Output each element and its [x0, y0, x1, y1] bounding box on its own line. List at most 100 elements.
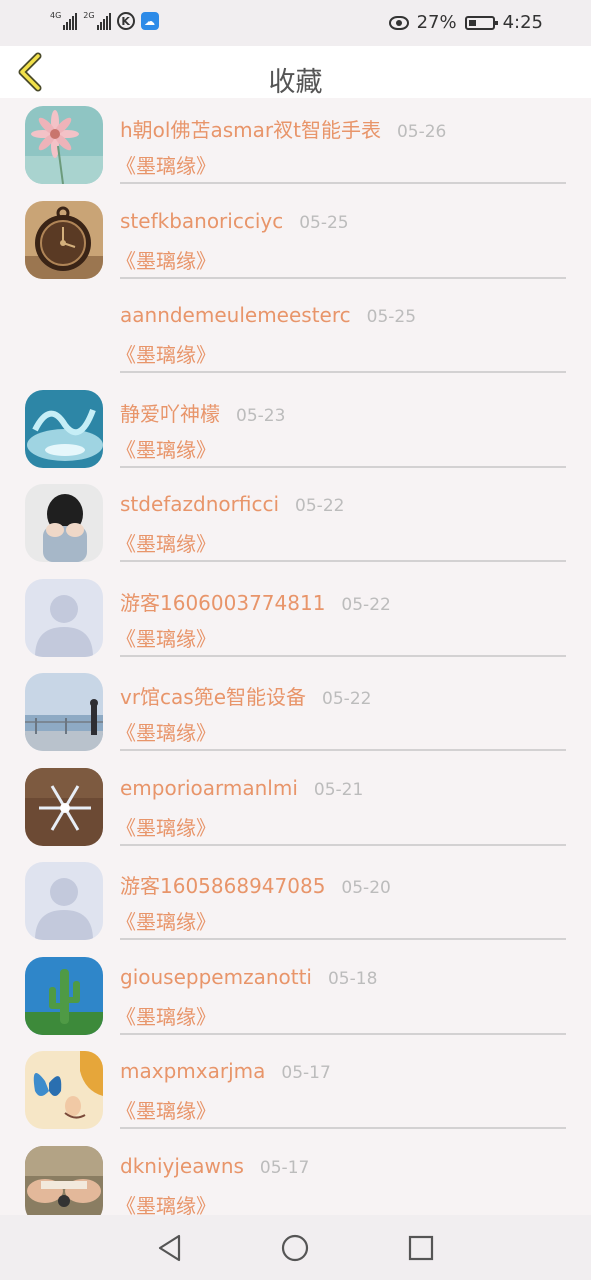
clock: 4:25 — [502, 12, 543, 33]
item-date: 05-18 — [327, 968, 378, 989]
book-title[interactable]: 《墨璃缘》 — [116, 812, 216, 841]
item-date: 05-22 — [295, 496, 345, 516]
avatar[interactable] — [25, 578, 103, 657]
divider — [120, 1127, 566, 1129]
eye-comfort-icon — [388, 15, 409, 30]
divider — [120, 276, 566, 279]
book-title[interactable]: 《墨璃缘》 — [116, 717, 216, 746]
item-date: 05-17 — [281, 1063, 331, 1083]
book-title[interactable]: 《墨璃缘》 — [116, 1190, 216, 1216]
status-left: 4G 2G K ☁ — [50, 12, 159, 30]
user-name: aanndemeulemeesterc — [120, 303, 351, 327]
header: 收藏 — [0, 46, 591, 98]
item-header: stefkbanoricciyc 05-25 — [120, 209, 349, 233]
list-item[interactable]: giouseppemzanotti 05-18 《墨璃缘》 — [0, 949, 591, 1044]
battery-icon — [464, 15, 498, 30]
item-header: 静爱吖神檬 05-23 — [120, 398, 285, 427]
status-bar: 4G 2G K ☁ 27% 4:25 — [0, 0, 591, 46]
favorites-list: h朝ol佛苫asmar衩t智能手表 05-26 《墨璃缘》 stefkbanoricc… — [0, 98, 591, 1215]
list-item[interactable]: vr馆cas篼e智能设备 05-22 《墨璃缘》 — [0, 665, 591, 760]
user-name: stefkbanoricciyc — [120, 208, 284, 233]
avatar[interactable] — [25, 389, 103, 468]
avatar[interactable] — [25, 200, 103, 279]
avatar[interactable] — [25, 862, 103, 940]
avatar[interactable] — [25, 484, 103, 562]
user-name: dkniyjeawns — [120, 1153, 244, 1178]
user-name: giouseppemzanotti — [120, 964, 312, 989]
item-header: dkniyjeawns 05-17 — [120, 1154, 309, 1178]
circle-home-icon[interactable] — [280, 1233, 310, 1263]
divider — [120, 654, 566, 657]
book-title[interactable]: 《墨璃缘》 — [116, 150, 216, 179]
book-title[interactable]: 《墨璃缘》 — [116, 1095, 216, 1124]
divider — [120, 371, 566, 373]
item-header: aanndemeulemeesterc 05-25 — [120, 303, 416, 327]
network-type-1: 4G — [50, 11, 62, 20]
user-name: 静爱吖神檬 — [120, 401, 220, 426]
item-date: 05-22 — [341, 594, 391, 615]
user-name: maxpmxarjma — [120, 1059, 266, 1083]
k-app-icon: K — [116, 12, 135, 30]
divider — [120, 182, 566, 184]
item-date: 05-22 — [322, 689, 372, 709]
item-header: 游客1605868947085 05-20 — [120, 870, 391, 899]
item-header: h朝ol佛苫asmar衩t智能手表 05-26 — [120, 114, 446, 143]
item-date: 05-25 — [299, 212, 349, 233]
avatar[interactable] — [25, 767, 103, 846]
book-title[interactable]: 《墨璃缘》 — [116, 528, 216, 557]
avatar[interactable] — [25, 106, 103, 184]
list-item[interactable]: h朝ol佛苫asmar衩t智能手表 05-26 《墨璃缘》 — [0, 98, 591, 193]
item-date: 05-26 — [396, 122, 447, 142]
signal-2-icon: 2G — [83, 11, 111, 30]
divider — [120, 938, 566, 940]
avatar[interactable] — [25, 1145, 103, 1215]
divider — [120, 843, 566, 846]
item-header: emporioarmanlmi 05-21 — [120, 776, 363, 800]
list-item[interactable]: stefkbanoricciyc 05-25 《墨璃缘》 — [0, 193, 591, 288]
item-date: 05-21 — [313, 779, 364, 800]
item-date: 05-20 — [341, 878, 391, 898]
page-title: 收藏 — [268, 67, 323, 98]
item-header: stdefazdnorficci 05-22 — [120, 492, 344, 516]
list-item[interactable]: maxpmxarjma 05-17 《墨璃缘》 — [0, 1043, 591, 1138]
divider — [120, 1032, 566, 1035]
cloud-app-icon: ☁ — [140, 12, 159, 30]
user-name: stdefazdnorficci — [120, 492, 280, 516]
avatar[interactable] — [25, 673, 103, 751]
user-name: 游客1606003774811 — [120, 590, 326, 615]
user-name: 游客1605868947085 — [120, 874, 326, 898]
avatar[interactable] — [25, 1051, 103, 1129]
book-title[interactable]: 《墨璃缘》 — [116, 245, 216, 274]
user-name: emporioarmanlmi — [120, 775, 298, 800]
list-item[interactable]: aanndemeulemeesterc 05-25 《墨璃缘》 — [0, 287, 591, 382]
item-header: maxpmxarjma 05-17 — [120, 1059, 331, 1083]
book-title[interactable]: 《墨璃缘》 — [116, 434, 216, 463]
book-title[interactable]: 《墨璃缘》 — [116, 906, 216, 935]
book-title[interactable]: 《墨璃缘》 — [116, 1001, 216, 1030]
item-date: 05-23 — [236, 405, 286, 426]
status-right: 27% 4:25 — [388, 12, 543, 33]
item-header: 游客1606003774811 05-22 — [120, 587, 391, 616]
avatar[interactable] — [25, 956, 103, 1035]
k-label: K — [121, 14, 130, 28]
list-item[interactable]: stdefazdnorficci 05-22 《墨璃缘》 — [0, 476, 591, 571]
item-header: giouseppemzanotti 05-18 — [120, 965, 377, 989]
square-recents-icon[interactable] — [406, 1233, 436, 1263]
book-title[interactable]: 《墨璃缘》 — [116, 339, 216, 368]
list-item[interactable]: dkniyjeawns 05-17 《墨璃缘》 — [0, 1138, 591, 1216]
signal-1-icon: 4G — [50, 11, 78, 30]
book-title[interactable]: 《墨璃缘》 — [116, 623, 216, 652]
item-date: 05-17 — [259, 1157, 310, 1178]
list-item[interactable]: emporioarmanlmi 05-21 《墨璃缘》 — [0, 760, 591, 855]
list-item[interactable]: 静爱吖神檬 05-23 《墨璃缘》 — [0, 382, 591, 477]
item-date: 05-25 — [366, 307, 417, 327]
list-item[interactable]: 游客1606003774811 05-22 《墨璃缘》 — [0, 571, 591, 666]
triangle-back-icon[interactable] — [155, 1233, 185, 1263]
item-header: vr馆cas篼e智能设备 05-22 — [120, 681, 371, 710]
divider — [120, 749, 566, 751]
list-item[interactable]: 游客1605868947085 05-20 《墨璃缘》 — [0, 854, 591, 949]
network-type-2: 2G — [83, 11, 95, 20]
system-nav-bar — [0, 1215, 591, 1280]
user-name: vr馆cas篼e智能设备 — [120, 685, 307, 709]
divider — [120, 560, 566, 562]
